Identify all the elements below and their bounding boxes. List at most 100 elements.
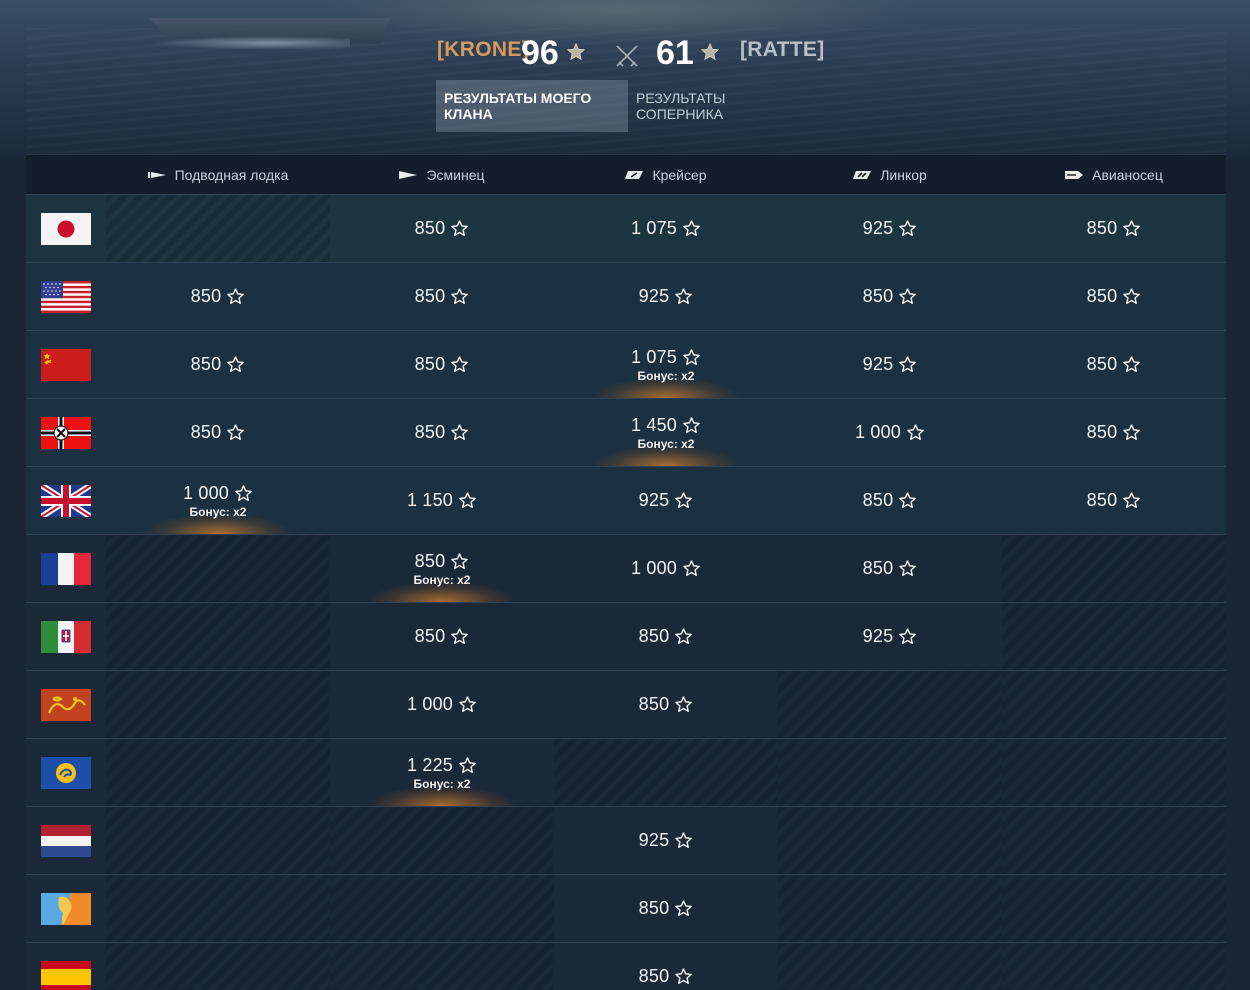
star-outline-icon (227, 424, 245, 441)
destroyer-points-cell: 850 (330, 263, 554, 330)
table-body: 850 1 075 925 850 850 850 925 850 850 850 850 1 075… (26, 194, 1226, 990)
points-text: 1 000 (182, 482, 230, 503)
points-text: 1 450 (630, 414, 678, 435)
star-outline-icon (683, 348, 700, 365)
points-value: 850 (415, 551, 470, 572)
star-outline-icon (899, 560, 917, 577)
points-value: 1 150 (407, 490, 477, 511)
carrier-points-cell (1002, 535, 1226, 602)
points-value: 850 (1087, 286, 1142, 307)
table-row: 850 850 1 450 Бонус: x2 1 000 850 (26, 398, 1226, 466)
bonus-label: Бонус: x2 (637, 436, 695, 451)
tab-opponent-results[interactable]: РЕЗУЛЬТАТЫ СОПЕРНИКА (628, 80, 816, 132)
star-outline-icon (459, 756, 476, 773)
nation-cell (26, 263, 106, 330)
column-header-battleship: Линкор (778, 155, 1002, 194)
points-text: 850 (862, 558, 894, 578)
star-outline-icon (1123, 424, 1141, 441)
column-header-label: Крейсер (652, 166, 707, 183)
star-outline-icon (451, 220, 469, 237)
points-value: 850 (1087, 490, 1142, 511)
battleship-points-cell (778, 943, 1002, 990)
destroyer-points-cell (330, 875, 554, 942)
star-outline-icon (451, 288, 469, 305)
nation-cell (26, 535, 106, 602)
star-outline-icon (1123, 492, 1141, 509)
nation-cell (26, 943, 106, 990)
points-value: 850 (191, 286, 246, 307)
destroyer-points-cell: 850 Бонус: x2 (330, 535, 554, 602)
submarine-points-cell: 850 (106, 331, 330, 398)
points-value: 1 450 (631, 415, 701, 436)
star-outline-icon (451, 356, 469, 373)
tab-my-clan-results[interactable]: РЕЗУЛЬТАТЫ МОЕГО КЛАНА (436, 80, 628, 132)
pan-asia-flag (41, 688, 91, 721)
destroyer-points-cell: 850 (330, 331, 554, 398)
carrier-points-cell (1002, 875, 1226, 942)
star-outline-icon (899, 356, 917, 373)
points-value: 1 000 (855, 422, 925, 443)
points-value: 850 (415, 422, 470, 443)
points-text: 850 (638, 898, 670, 918)
destroyer-points-cell (330, 807, 554, 874)
table-row: 850 Бонус: x2 1 000 850 (26, 534, 1226, 602)
star-outline-icon (675, 628, 693, 645)
star-outline-icon (675, 288, 693, 305)
usa-flag (41, 280, 91, 313)
points-value: 925 (863, 626, 918, 647)
score-line: [KRONE] 96 61 [RATTE] (0, 32, 1250, 76)
star-icon (700, 42, 720, 61)
points-text: 1 225 (406, 754, 454, 775)
spain-flag (41, 960, 91, 990)
star-outline-icon (451, 424, 469, 441)
own-score: 96 (521, 34, 559, 72)
crossed-swords-icon (616, 45, 638, 67)
points-text: 925 (638, 830, 670, 850)
submarine-points-cell: 1 000 Бонус: x2 (106, 467, 330, 534)
points-value: 850 (191, 354, 246, 375)
results-table: Подводная лодка Эсминец Крейсер Линкор А… (26, 154, 1226, 990)
star-outline-icon (683, 416, 700, 433)
table-row: 850 (26, 942, 1226, 990)
star-icon (566, 42, 586, 61)
points-text: 925 (638, 490, 670, 510)
points-text: 850 (862, 490, 894, 510)
points-text: 1 000 (630, 558, 678, 578)
destroyer-points-cell: 850 (330, 195, 554, 262)
table-row: 850 850 925 (26, 602, 1226, 670)
cruiser-points-cell: 850 (554, 671, 778, 738)
star-outline-icon (899, 220, 917, 237)
points-value: 850 (863, 558, 918, 579)
points-value: 850 (639, 694, 694, 715)
points-value: 925 (639, 286, 694, 307)
battleship-points-cell: 925 (778, 195, 1002, 262)
submarine-points-cell (106, 603, 330, 670)
points-value: 850 (639, 626, 694, 647)
points-text: 850 (190, 286, 222, 306)
battleship-icon (853, 170, 872, 179)
points-value: 1 075 (631, 218, 701, 239)
table-row: 850 850 925 850 850 (26, 262, 1226, 330)
cruiser-points-cell: 1 000 (554, 535, 778, 602)
germany-flag (41, 416, 91, 449)
star-outline-icon (899, 628, 917, 645)
star-outline-icon (451, 552, 469, 569)
commonwealth-flag (41, 756, 91, 789)
cruiser-points-cell: 850 (554, 875, 778, 942)
cruiser-points-cell: 925 (554, 807, 778, 874)
cruiser-points-cell (554, 739, 778, 806)
points-text: 850 (862, 286, 894, 306)
carrier-icon (1065, 170, 1084, 179)
table-row: 1 000 850 (26, 670, 1226, 738)
destroyer-points-cell: 1 150 (330, 467, 554, 534)
cruiser-points-cell: 1 075 Бонус: x2 (554, 331, 778, 398)
submarine-points-cell (106, 195, 330, 262)
france-flag (41, 552, 91, 585)
submarine-points-cell (106, 943, 330, 990)
submarine-points-cell: 850 (106, 399, 330, 466)
destroyer-icon (399, 170, 418, 179)
netherlands-flag (41, 824, 91, 857)
cruiser-icon (625, 170, 644, 179)
points-text: 925 (862, 218, 894, 238)
star-outline-icon (899, 492, 917, 509)
